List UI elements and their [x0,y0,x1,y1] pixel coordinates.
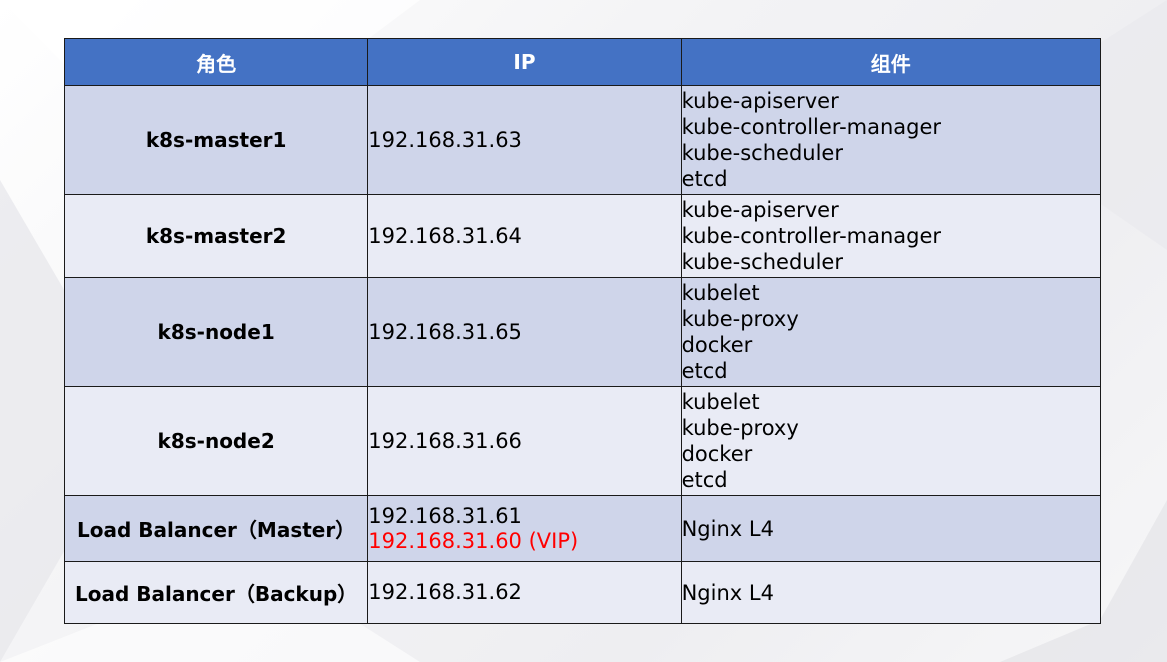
component-item: kube-proxy [681,307,799,331]
table-header-row: 角色 IP 组件 [63,38,1102,86]
component-item: etcd [681,167,728,191]
ip-address: 192.168.31.66 [368,428,522,453]
header-role: 角色 [63,38,369,86]
ip-address: 192.168.31.63 [368,127,522,152]
role-cell: k8s-master1 [63,85,369,195]
component-item: kubelet [681,390,760,414]
ip-cell: 192.168.31.65 [367,277,682,387]
component-item: docker [681,442,753,466]
component-item: kube-controller-manager [681,224,942,248]
components-cell: Nginx L4 [680,495,1102,562]
role-cell: k8s-master2 [63,194,369,278]
component-item: Nginx L4 [681,580,774,605]
ip-address: 192.168.31.65 [368,319,522,344]
component-item: kube-proxy [681,416,799,440]
components-cell: kube-apiserver kube-controller-manager k… [680,194,1102,278]
ip-cell: 192.168.31.64 [367,194,682,278]
role-cell: k8s-node1 [63,277,369,387]
role-cell: Load Balancer（Backup） [63,561,369,624]
ip-cell: 192.168.31.66 [367,386,682,496]
ip-address: 192.168.31.62 [368,580,522,604]
ip-cell: 192.168.31.63 [367,85,682,195]
components-cell: kubelet kube-proxy docker etcd [680,386,1102,496]
components-cell: Nginx L4 [680,561,1102,624]
component-item: etcd [681,468,728,492]
role-cell: k8s-node2 [63,386,369,496]
component-item: Nginx L4 [681,516,774,541]
component-item: kube-controller-manager [681,115,942,139]
component-item: kubelet [681,281,760,305]
component-item: etcd [681,359,728,383]
ip-cell: 192.168.31.62 [367,561,682,624]
header-ip: IP [367,38,682,86]
role-cell: Load Balancer（Master） [63,495,369,562]
table-row: k8s-node2 192.168.31.66 kubelet kube-pro… [63,386,1102,496]
table-row: k8s-master2 192.168.31.64 kube-apiserver… [63,194,1102,278]
vip-address: 192.168.31.60 (VIP) [368,528,579,553]
ip-cell: 192.168.31.61 192.168.31.60 (VIP) [367,495,682,562]
table-row: k8s-node1 192.168.31.65 kubelet kube-pro… [63,277,1102,387]
table-row: Load Balancer（Backup） 192.168.31.62 Ngin… [63,561,1102,624]
table-row: k8s-master1 192.168.31.63 kube-apiserver… [63,85,1102,195]
ip-address: 192.168.31.64 [368,223,522,248]
role-table: 角色 IP 组件 k8s-master1 192.168.31.63 kube-… [63,38,1102,624]
ip-address: 192.168.31.61 [368,503,522,528]
component-item: kube-scheduler [681,250,843,274]
component-item: docker [681,333,753,357]
component-item: kube-apiserver [681,198,839,222]
component-item: kube-scheduler [681,141,843,165]
components-cell: kubelet kube-proxy docker etcd [680,277,1102,387]
component-item: kube-apiserver [681,89,839,113]
table-row: Load Balancer（Master） 192.168.31.61 192.… [63,495,1102,562]
components-cell: kube-apiserver kube-controller-manager k… [680,85,1102,195]
header-components: 组件 [680,38,1102,86]
